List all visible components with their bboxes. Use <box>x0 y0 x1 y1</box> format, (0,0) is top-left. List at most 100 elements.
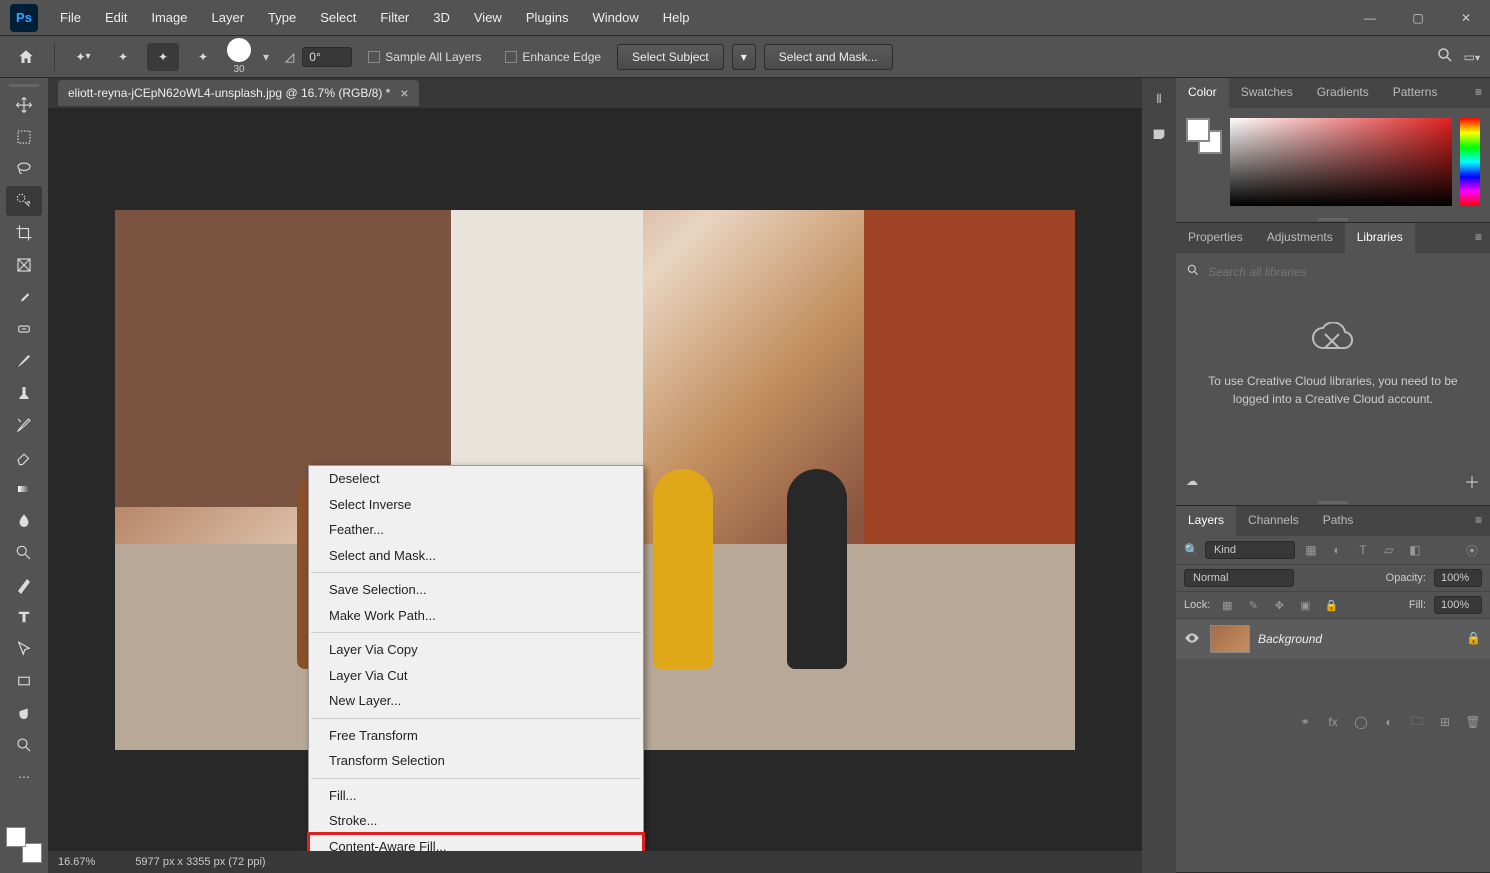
layer-mask-icon[interactable]: ◯ <box>1352 713 1370 731</box>
ctx-feather[interactable]: Feather... <box>309 517 643 543</box>
menu-plugins[interactable]: Plugins <box>514 2 581 33</box>
menu-view[interactable]: View <box>462 2 514 33</box>
blend-mode-select[interactable]: Normal <box>1184 569 1294 587</box>
tab-properties[interactable]: Properties <box>1176 223 1255 253</box>
library-search-input[interactable] <box>1208 265 1480 279</box>
layer-style-icon[interactable]: fx <box>1324 713 1342 731</box>
lasso-tool[interactable] <box>6 154 42 184</box>
adjustment-layer-icon[interactable]: ◐ <box>1380 713 1398 731</box>
clone-stamp-tool[interactable] <box>6 378 42 408</box>
tab-patterns[interactable]: Patterns <box>1381 78 1450 108</box>
quick-select-new-icon[interactable]: ✦▾ <box>67 43 99 71</box>
menu-edit[interactable]: Edit <box>93 2 139 33</box>
hue-slider[interactable] <box>1460 118 1480 206</box>
menu-select[interactable]: Select <box>308 2 368 33</box>
lock-transparency-icon[interactable]: ▦ <box>1218 596 1236 614</box>
quick-select-add-icon[interactable]: ✦ <box>107 43 139 71</box>
layer-row[interactable]: Background 🔒 <box>1176 619 1490 659</box>
menu-type[interactable]: Type <box>256 2 308 33</box>
brush-tool[interactable] <box>6 346 42 376</box>
canvas[interactable]: Deselect Select Inverse Feather... Selec… <box>48 108 1142 851</box>
lock-artboard-icon[interactable]: ▣ <box>1296 596 1314 614</box>
toolbar-drag-handle[interactable] <box>0 82 48 88</box>
color-panel-menu-icon[interactable]: ≡ <box>1467 78 1490 108</box>
layer-name[interactable]: Background <box>1258 632 1458 646</box>
add-library-icon[interactable]: ＋ <box>1464 469 1480 493</box>
menu-file[interactable]: File <box>48 2 93 33</box>
layer-thumbnail[interactable] <box>1210 625 1250 653</box>
path-selection-tool[interactable] <box>6 634 42 664</box>
gradient-tool[interactable] <box>6 474 42 504</box>
filter-pixel-icon[interactable]: ▦ <box>1301 540 1321 560</box>
filter-adjustment-icon[interactable]: ◐ <box>1327 540 1347 560</box>
rectangle-tool[interactable] <box>6 666 42 696</box>
collapsed-panel-icon-1[interactable]: ⫴ <box>1148 88 1170 110</box>
ctx-select-inverse[interactable]: Select Inverse <box>309 492 643 518</box>
eraser-tool[interactable] <box>6 442 42 472</box>
quick-select-subtract-icon[interactable]: ✦ <box>147 43 179 71</box>
delete-layer-icon[interactable]: 🗑 <box>1464 713 1482 731</box>
lock-position-icon[interactable]: ✥ <box>1270 596 1288 614</box>
cloud-sync-icon[interactable]: ☁ <box>1186 474 1198 488</box>
tab-paths[interactable]: Paths <box>1311 506 1366 536</box>
color-field[interactable] <box>1230 118 1452 206</box>
link-layers-icon[interactable]: ⚭ <box>1296 713 1314 731</box>
ctx-stroke[interactable]: Stroke... <box>309 808 643 834</box>
edit-toolbar-icon[interactable]: ⋯ <box>6 762 42 792</box>
enhance-edge-checkbox[interactable]: Enhance Edge <box>505 50 601 64</box>
eyedropper-tool[interactable] <box>6 282 42 312</box>
frame-tool[interactable] <box>6 250 42 280</box>
zoom-tool[interactable] <box>6 730 42 760</box>
tab-gradients[interactable]: Gradients <box>1305 78 1381 108</box>
ctx-select-and-mask[interactable]: Select and Mask... <box>309 543 643 569</box>
menu-filter[interactable]: Filter <box>368 2 421 33</box>
crop-tool[interactable] <box>6 218 42 248</box>
tab-layers[interactable]: Layers <box>1176 506 1236 536</box>
opacity-input[interactable]: 100% <box>1434 569 1482 587</box>
tab-channels[interactable]: Channels <box>1236 506 1311 536</box>
sample-all-layers-checkbox[interactable]: Sample All Layers <box>368 50 481 64</box>
healing-brush-tool[interactable] <box>6 314 42 344</box>
minimize-window-button[interactable]: — <box>1346 0 1394 36</box>
tab-adjustments[interactable]: Adjustments <box>1255 223 1345 253</box>
libraries-panel-resize-handle[interactable] <box>1176 499 1490 505</box>
filter-smart-icon[interactable]: ◧ <box>1405 540 1425 560</box>
tab-swatches[interactable]: Swatches <box>1229 78 1305 108</box>
menu-3d[interactable]: 3D <box>421 2 462 33</box>
layer-lock-icon[interactable]: 🔒 <box>1466 631 1482 647</box>
ctx-content-aware-fill[interactable]: Content-Aware Fill... <box>309 834 643 852</box>
menu-layer[interactable]: Layer <box>200 2 257 33</box>
collapsed-panel-icon-2[interactable] <box>1148 124 1170 146</box>
select-and-mask-button[interactable]: Select and Mask... <box>764 44 893 70</box>
move-tool[interactable] <box>6 90 42 120</box>
close-window-button[interactable]: ✕ <box>1442 0 1490 36</box>
brush-preview[interactable]: 30 <box>227 38 251 75</box>
layer-filter-kind[interactable]: Kind <box>1205 541 1295 559</box>
ctx-make-work-path[interactable]: Make Work Path... <box>309 603 643 629</box>
zoom-level[interactable]: 16.67% <box>58 856 95 868</box>
ctx-free-transform[interactable]: Free Transform <box>309 723 643 749</box>
dodge-tool[interactable] <box>6 538 42 568</box>
blur-tool[interactable] <box>6 506 42 536</box>
history-brush-tool[interactable] <box>6 410 42 440</box>
workspace-icon[interactable]: ▭▾ <box>1464 50 1480 64</box>
pen-tool[interactable] <box>6 570 42 600</box>
new-layer-icon[interactable]: ⊞ <box>1436 713 1454 731</box>
menu-image[interactable]: Image <box>139 2 199 33</box>
fill-input[interactable]: 100% <box>1434 596 1482 614</box>
quick-selection-tool[interactable] <box>6 186 42 216</box>
color-fg-swatch[interactable] <box>1186 118 1210 142</box>
lock-all-icon[interactable]: 🔒 <box>1322 596 1340 614</box>
document-tab[interactable]: eliott-reyna-jCEpN62oWL4-unsplash.jpg @ … <box>58 80 419 106</box>
layer-visibility-icon[interactable] <box>1184 630 1202 648</box>
search-icon[interactable] <box>1436 46 1454 67</box>
ctx-save-selection[interactable]: Save Selection... <box>309 577 643 603</box>
group-layers-icon[interactable]: 🗀 <box>1408 713 1426 731</box>
filter-toggle-icon[interactable]: ⦿ <box>1462 540 1482 560</box>
ctx-fill[interactable]: Fill... <box>309 783 643 809</box>
select-subject-dropdown-icon[interactable]: ▾ <box>732 44 756 70</box>
ctx-new-layer[interactable]: New Layer... <box>309 688 643 714</box>
color-panel-resize-handle[interactable] <box>1176 216 1490 222</box>
tab-color[interactable]: Color <box>1176 78 1229 108</box>
foreground-color-swatch[interactable] <box>6 827 26 847</box>
